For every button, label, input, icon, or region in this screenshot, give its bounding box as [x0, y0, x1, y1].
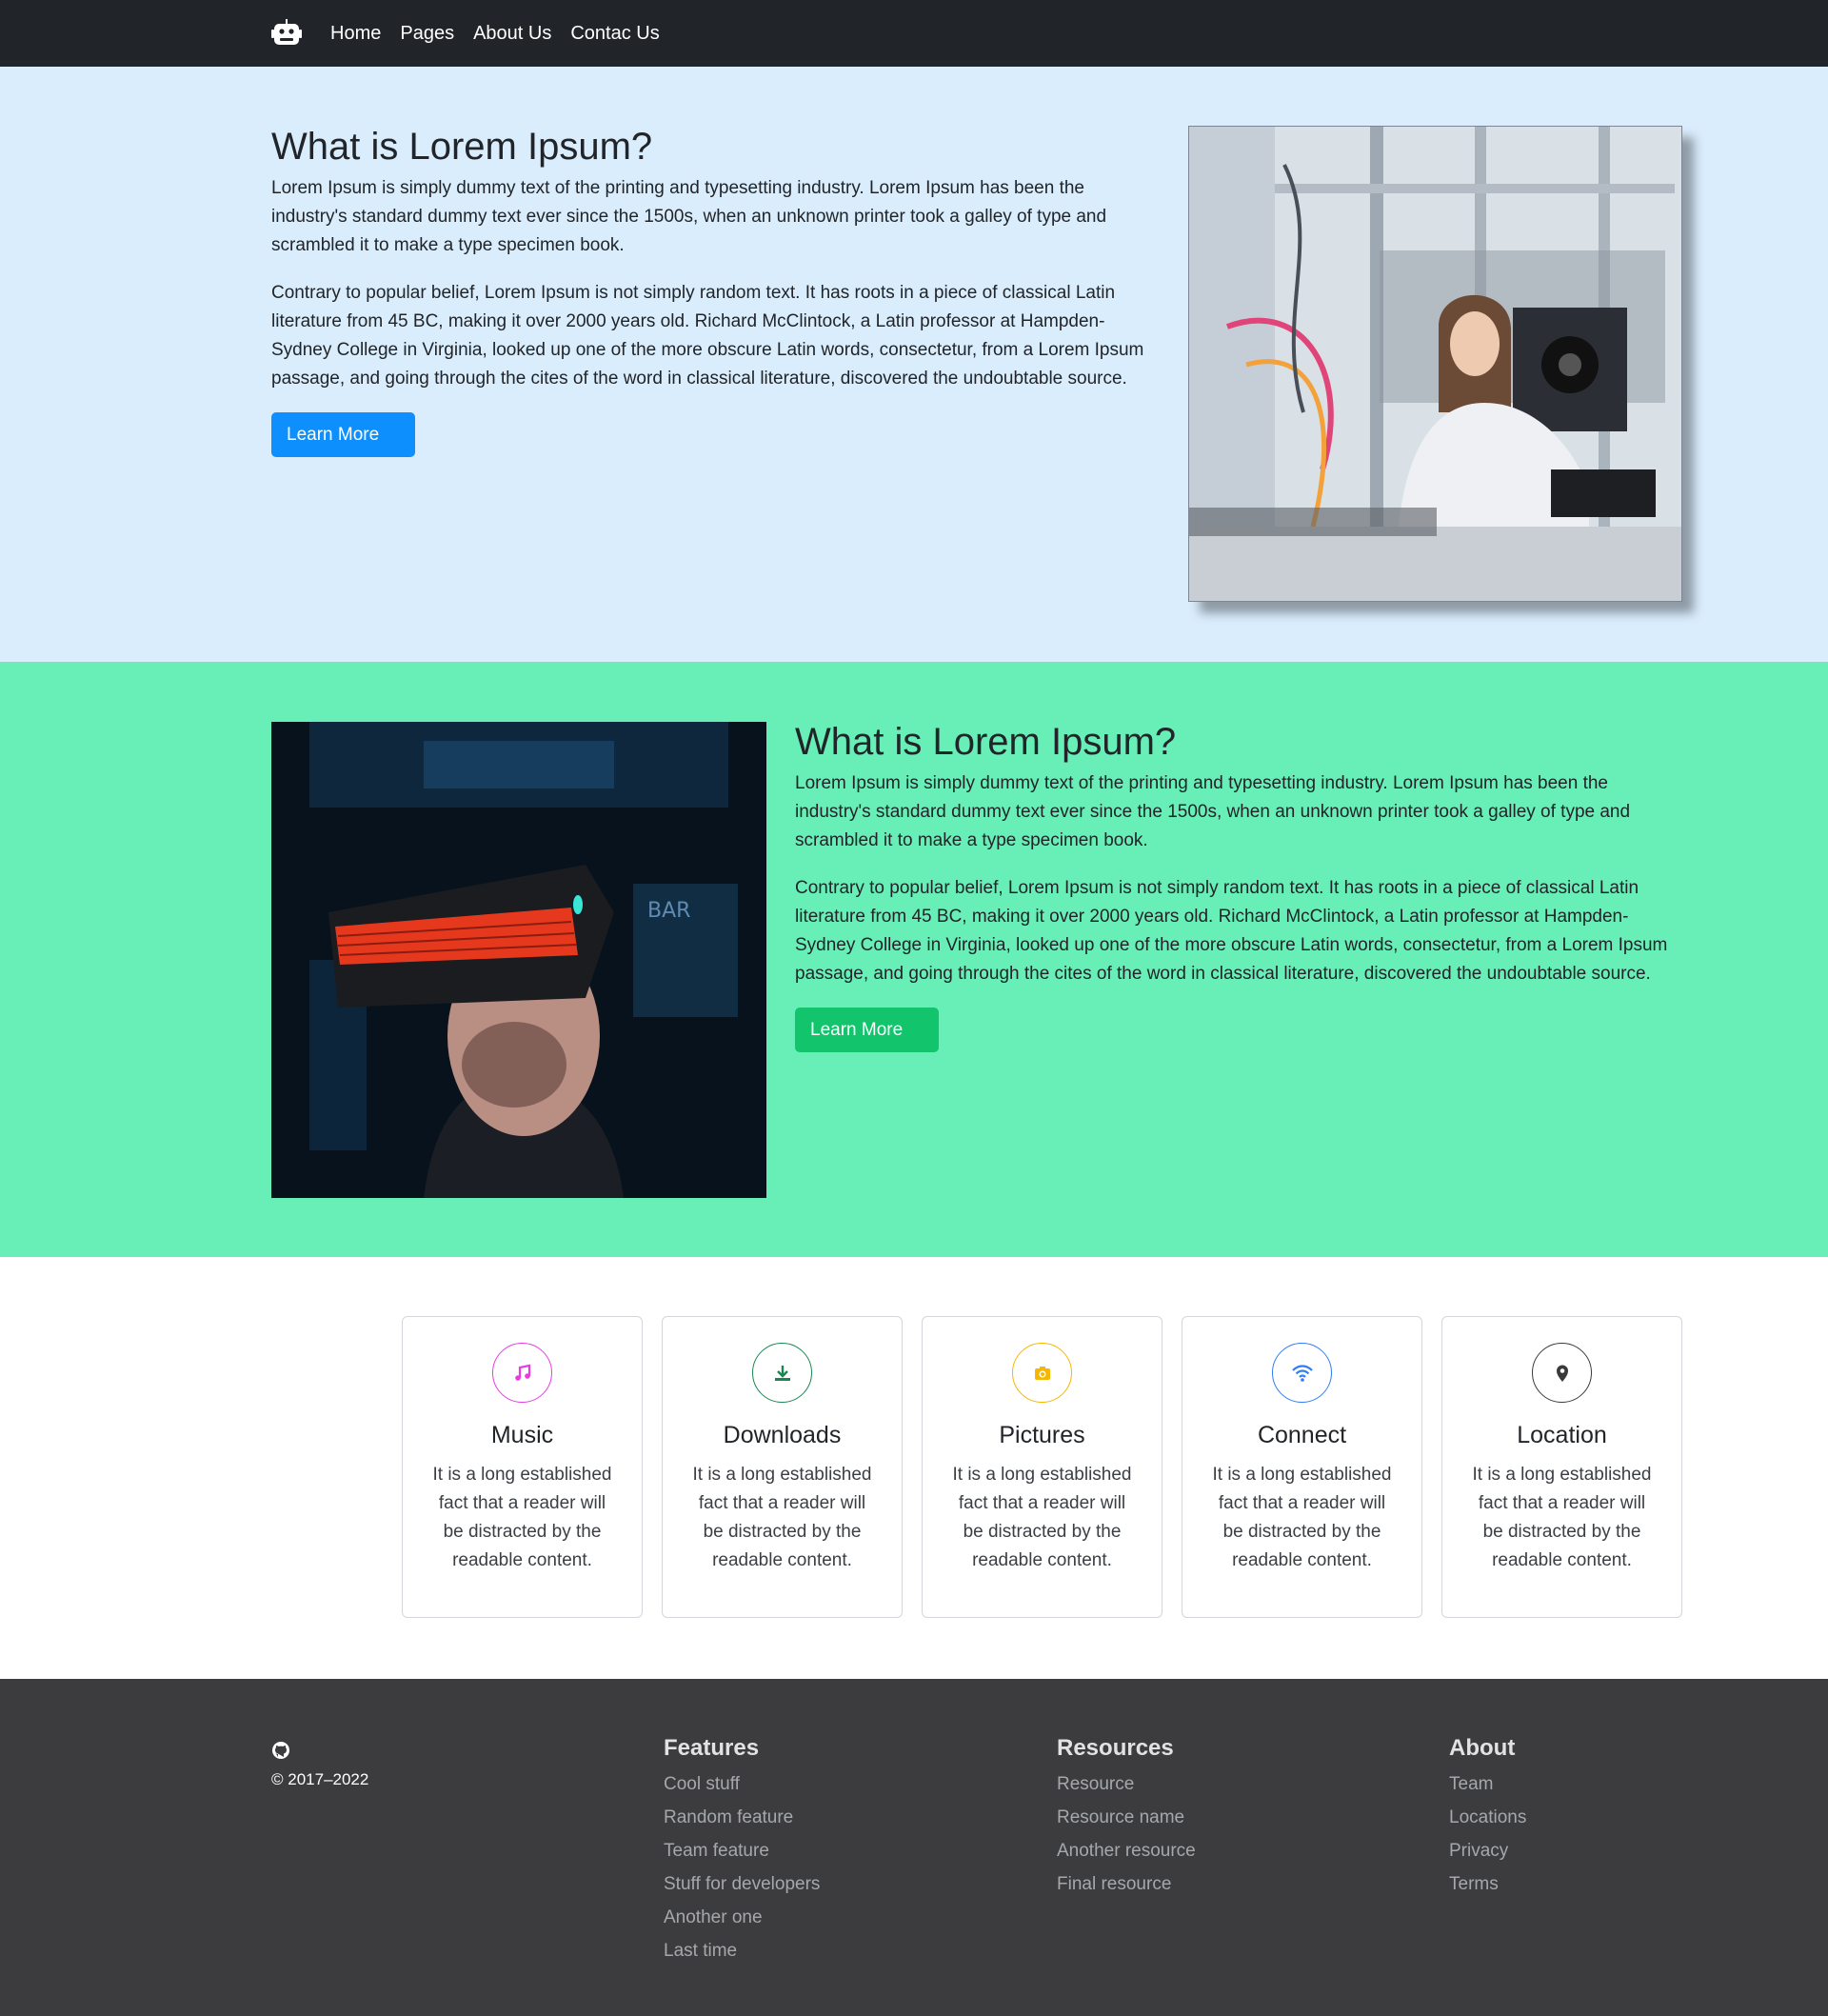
vr-headset-photo: BAR — [271, 722, 766, 1198]
feature-title: Connect — [1257, 1422, 1347, 1448]
footer: © 2017–2022 Features Cool stuff Random f… — [0, 1679, 1828, 2016]
feature-text: It is a long established fact that a rea… — [692, 1465, 872, 1570]
footer-column-features: Features Cool stuff Random feature Team … — [664, 1735, 820, 1973]
feature-title: Downloads — [723, 1422, 842, 1448]
hero-1-title: What is Lorem Ipsum? — [271, 126, 653, 168]
hero-1-text: What is Lorem Ipsum? Lorem Ipsum is simp… — [271, 126, 1157, 457]
footer-link[interactable]: Privacy — [1449, 1840, 1526, 1873]
hero-section-1: What is Lorem Ipsum? Lorem Ipsum is simp… — [0, 67, 1828, 662]
learn-more-button[interactable]: Learn More — [271, 412, 416, 457]
feature-cards: Music It is a long established fact that… — [402, 1316, 1682, 1618]
hero-1-paragraph-2: Contrary to popular belief, Lorem Ipsum … — [271, 283, 1144, 389]
feature-card-connect[interactable]: Connect It is a long established fact th… — [1182, 1316, 1422, 1618]
music-icon — [492, 1343, 552, 1403]
footer-link[interactable]: Resource — [1057, 1773, 1196, 1806]
hero-2-title: What is Lorem Ipsum? — [795, 721, 1177, 763]
footer-link[interactable]: Team feature — [664, 1840, 820, 1873]
footer-link[interactable]: Resource name — [1057, 1806, 1196, 1840]
feature-card-pictures[interactable]: Pictures It is a long established fact t… — [922, 1316, 1162, 1618]
hero-1-paragraph-1: Lorem Ipsum is simply dummy text of the … — [271, 178, 1107, 255]
footer-heading: Features — [664, 1735, 760, 1761]
footer-column-resources: Resources Resource Resource name Another… — [1057, 1735, 1196, 1906]
map-pin-icon — [1532, 1343, 1592, 1403]
footer-link[interactable]: Another resource — [1057, 1840, 1196, 1873]
camera-icon — [1012, 1343, 1072, 1403]
feature-text: It is a long established fact that a rea… — [1472, 1465, 1652, 1570]
feature-title: Pictures — [999, 1422, 1085, 1448]
learn-more-button-2[interactable]: Learn More — [795, 1008, 940, 1052]
feature-title: Music — [490, 1422, 554, 1448]
footer-link[interactable]: Cool stuff — [664, 1773, 820, 1806]
footer-heading: About — [1449, 1735, 1516, 1761]
download-icon — [752, 1343, 812, 1403]
footer-link[interactable]: Team — [1449, 1773, 1526, 1806]
footer-link[interactable]: Terms — [1449, 1873, 1526, 1906]
footer-link[interactable]: Another one — [664, 1906, 820, 1940]
footer-link[interactable]: Last time — [664, 1940, 820, 1973]
feature-card-downloads[interactable]: Downloads It is a long established fact … — [662, 1316, 903, 1618]
github-icon[interactable] — [271, 1742, 290, 1764]
hero-2-text: What is Lorem Ipsum? Lorem Ipsum is simp… — [795, 721, 1680, 1052]
footer-link[interactable]: Locations — [1449, 1806, 1526, 1840]
feature-card-music[interactable]: Music It is a long established fact that… — [402, 1316, 643, 1618]
hero-section-2: BAR What is Lorem Ipsum? Lorem Ipsum is … — [0, 662, 1828, 1257]
feature-text: It is a long established fact that a rea… — [952, 1465, 1132, 1570]
nav-link-pages[interactable]: Pages — [400, 23, 454, 45]
nav-link-home[interactable]: Home — [330, 23, 381, 45]
feature-text: It is a long established fact that a rea… — [432, 1465, 612, 1570]
footer-brand: © 2017–2022 — [271, 1741, 368, 1789]
feature-text: It is a long established fact that a rea… — [1212, 1465, 1392, 1570]
nav-link-contact-us[interactable]: Contac Us — [570, 23, 659, 45]
features-section: Music It is a long established fact that… — [0, 1257, 1828, 1679]
hero-2-paragraph-2: Contrary to popular belief, Lorem Ipsum … — [795, 878, 1668, 984]
footer-link[interactable]: Stuff for developers — [664, 1873, 820, 1906]
copyright: © 2017–2022 — [271, 1770, 369, 1788]
footer-heading: Resources — [1057, 1735, 1174, 1761]
navbar: Home Pages About Us Contac Us — [0, 0, 1828, 67]
footer-link[interactable]: Random feature — [664, 1806, 820, 1840]
hero-2-paragraph-1: Lorem Ipsum is simply dummy text of the … — [795, 773, 1631, 850]
engineer-photo — [1188, 126, 1682, 602]
svg-text:BAR: BAR — [647, 899, 690, 923]
feature-title: Location — [1517, 1422, 1607, 1448]
feature-card-location[interactable]: Location It is a long established fact t… — [1441, 1316, 1682, 1618]
wifi-icon — [1272, 1343, 1332, 1403]
robot-icon[interactable] — [271, 18, 302, 49]
footer-column-about: About Team Locations Privacy Terms — [1449, 1735, 1526, 1906]
nav-link-about-us[interactable]: About Us — [473, 23, 551, 45]
footer-link[interactable]: Final resource — [1057, 1873, 1196, 1906]
